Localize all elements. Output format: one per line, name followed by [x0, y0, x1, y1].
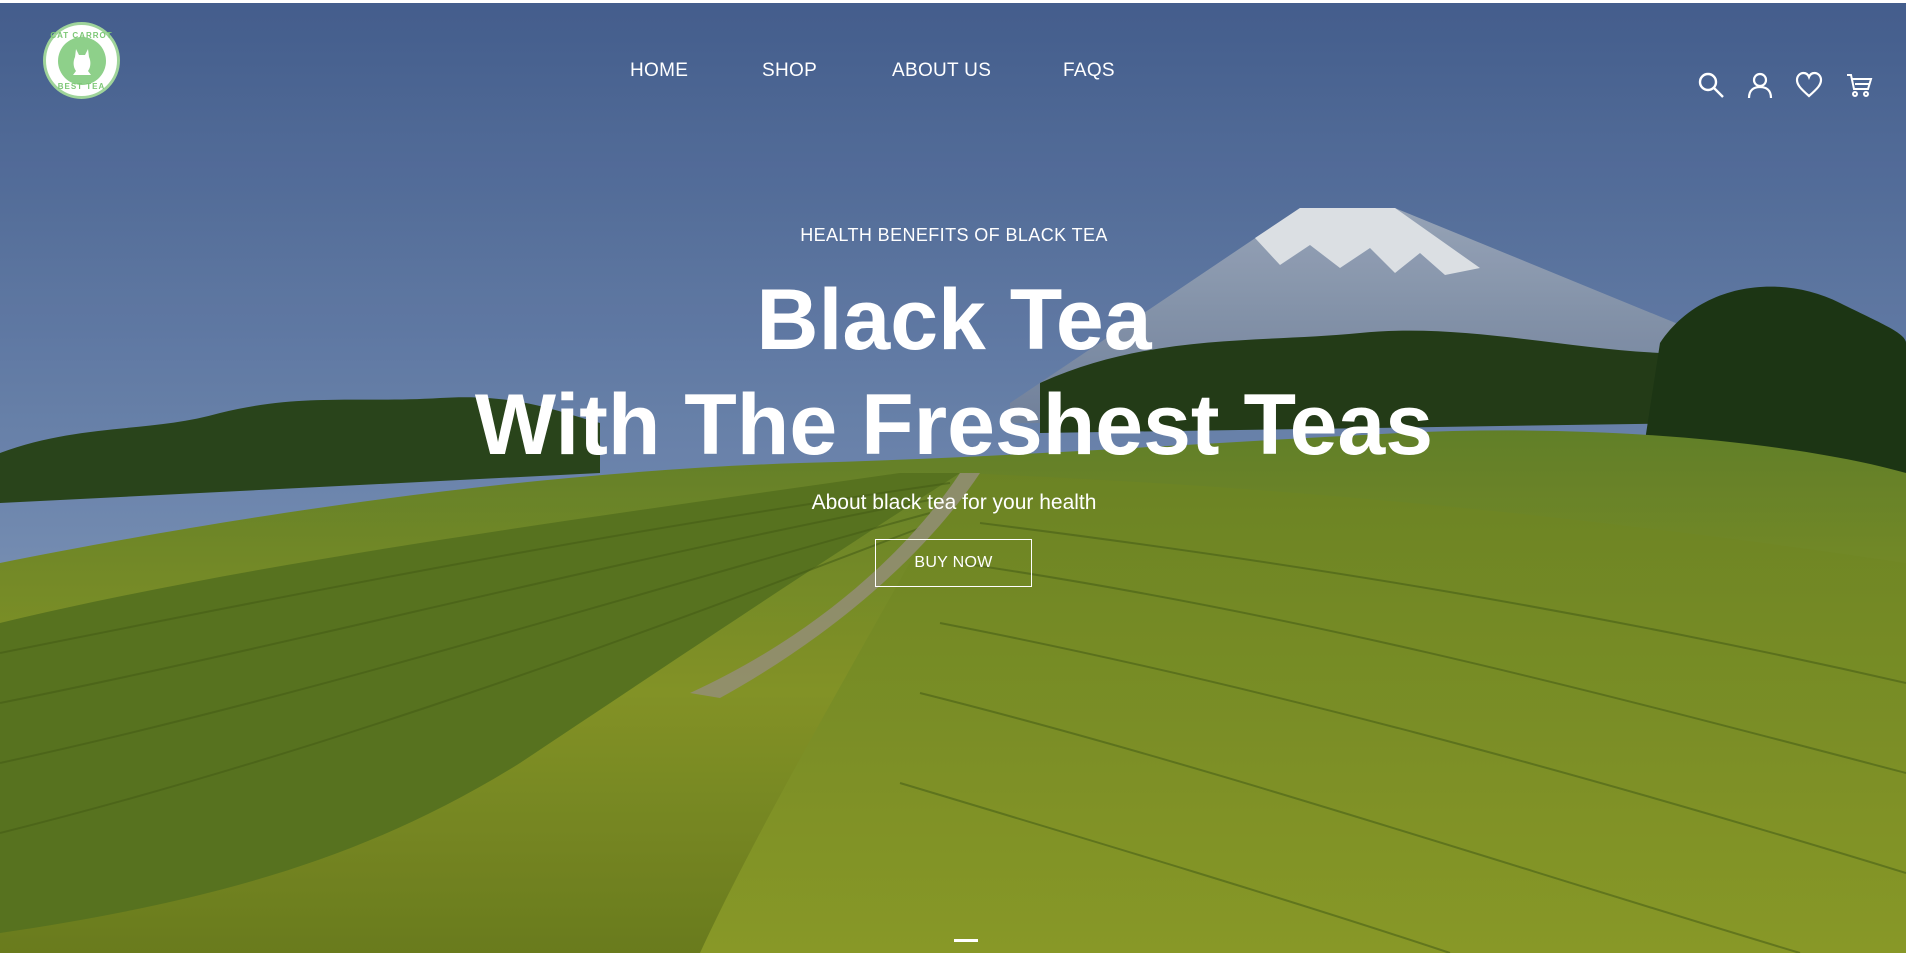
main-nav: HOME SHOP ABOUT US FAQS — [0, 60, 1908, 90]
user-icon[interactable] — [1746, 71, 1774, 99]
hero-title-line1: Black Tea — [756, 272, 1152, 368]
hero-banner: CAT CARROT BEST TEA — [0, 3, 1906, 953]
hero-title-line2: With The Freshest Teas — [474, 377, 1434, 473]
slider-indicator-active[interactable] — [954, 939, 978, 942]
logo-top-text: CAT CARROT — [50, 31, 113, 40]
hero-background-image — [0, 3, 1906, 953]
search-icon[interactable] — [1697, 71, 1725, 99]
heart-icon[interactable] — [1795, 71, 1823, 99]
nav-item-home[interactable]: HOME — [630, 60, 688, 82]
cart-icon[interactable] — [1845, 71, 1873, 99]
nav-item-shop[interactable]: SHOP — [762, 60, 817, 82]
buy-now-button[interactable]: BUY NOW — [875, 539, 1032, 587]
nav-item-about-us[interactable]: ABOUT US — [892, 60, 991, 82]
nav-item-faqs[interactable]: FAQS — [1063, 60, 1115, 82]
hero-subtitle: About black tea for your health — [811, 491, 1097, 514]
hero-eyebrow: HEALTH BENEFITS OF BLACK TEA — [800, 225, 1108, 245]
